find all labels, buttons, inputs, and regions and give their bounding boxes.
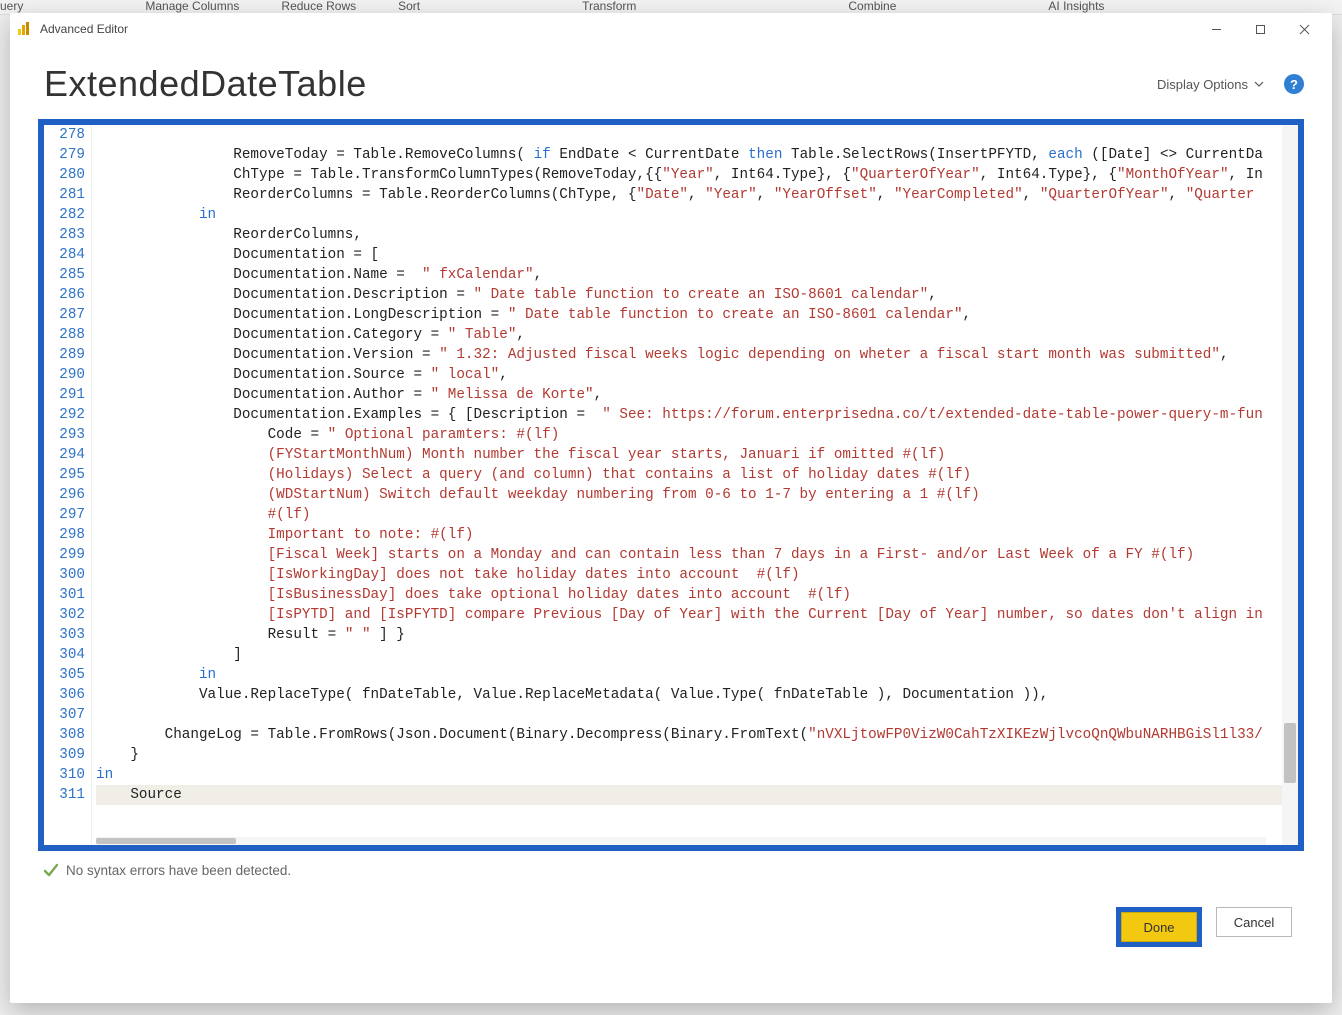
ribbon-group: Manage Columns: [55, 0, 271, 14]
advanced-editor-dialog: Advanced Editor ExtendedDateTable Displa…: [10, 13, 1332, 1003]
dialog-header: ExtendedDateTable Display Options ?: [10, 45, 1332, 115]
powerbi-icon: [16, 21, 32, 37]
vertical-scrollbar[interactable]: [1282, 125, 1298, 845]
horizontal-scrollbar-thumb[interactable]: [96, 838, 236, 844]
page-title: ExtendedDateTable: [44, 63, 367, 105]
done-button-highlight: Done: [1116, 907, 1202, 947]
code-editor[interactable]: 2782792802812822832842852862872882892902…: [44, 125, 1282, 845]
status-message: No syntax errors have been detected.: [66, 863, 291, 878]
cancel-button[interactable]: Cancel: [1216, 907, 1292, 937]
status-bar: No syntax errors have been detected.: [10, 859, 1332, 879]
dialog-footer: Done Cancel: [10, 879, 1332, 947]
code-editor-highlight-frame: 2782792802812822832842852862872882892902…: [38, 119, 1304, 851]
code-content[interactable]: RemoveToday = Table.RemoveColumns( if En…: [96, 125, 1282, 845]
ribbon-group: Transform: [452, 0, 668, 14]
ribbon-group: Reduce Rows: [271, 0, 388, 14]
display-options-label: Display Options: [1157, 77, 1248, 92]
done-button[interactable]: Done: [1121, 912, 1197, 942]
ribbon-group: AI Insights: [928, 0, 1136, 14]
check-icon: [42, 861, 60, 879]
horizontal-scrollbar[interactable]: [96, 837, 1266, 845]
line-number-gutter: 2782792802812822832842852862872882892902…: [44, 125, 92, 845]
vertical-scrollbar-thumb[interactable]: [1284, 723, 1296, 783]
maximize-button[interactable]: [1238, 15, 1282, 43]
display-options-dropdown[interactable]: Display Options: [1157, 77, 1264, 92]
ribbon-group: uery: [0, 0, 55, 14]
ribbon-group: Sort: [388, 0, 452, 14]
ribbon-group: Combine: [668, 0, 928, 14]
minimize-button[interactable]: [1194, 15, 1238, 43]
close-button[interactable]: [1282, 15, 1326, 43]
help-icon[interactable]: ?: [1284, 74, 1304, 94]
window-title: Advanced Editor: [40, 22, 128, 36]
chevron-down-icon: [1254, 79, 1264, 89]
titlebar: Advanced Editor: [10, 13, 1332, 45]
